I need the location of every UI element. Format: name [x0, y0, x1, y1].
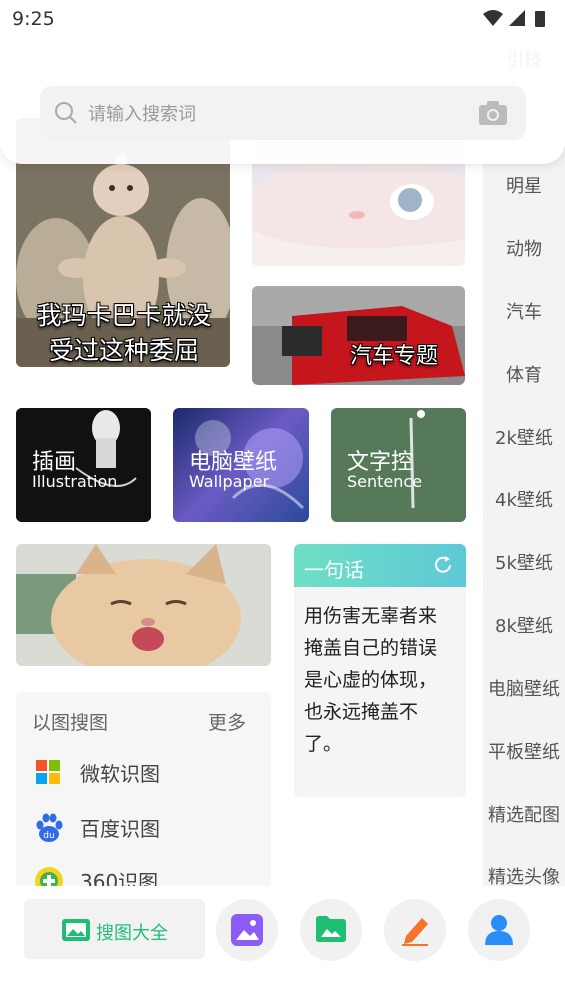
image-search-more-link[interactable]: 更多: [208, 708, 246, 735]
sidebar-item-animal[interactable]: 动物: [483, 235, 565, 261]
image-folder-icon: [316, 916, 346, 942]
sidebar-item-featured-images[interactable]: 精选配图: [483, 801, 565, 827]
nav-search-all-button[interactable]: 搜图大全: [24, 899, 205, 959]
image-search-item-label: 百度识图: [80, 817, 160, 841]
sidebar-item-tablet-wallpaper[interactable]: 平板壁纸: [483, 738, 565, 764]
sentence-subtitle: Sentence: [347, 472, 423, 491]
sidebar-item-star[interactable]: 明星: [483, 172, 565, 198]
search-placeholder: 请输入搜索词: [88, 104, 196, 125]
svg-text:du: du: [43, 831, 54, 841]
status-bar: 9:25: [0, 0, 565, 40]
bottom-nav: 搜图大全: [0, 886, 565, 1004]
nav-folder-button[interactable]: [300, 899, 362, 961]
quote-text: 用伤害无辜者来掩盖自己的错误是心虚的体现，也永远掩盖不了。: [304, 605, 438, 755]
nav-search-all-label: 搜图大全: [96, 923, 168, 944]
meme-caption-line1: 我玛卡巴卡就没: [36, 301, 212, 330]
sidebar-item-2k[interactable]: 2k壁纸: [483, 424, 565, 450]
sidebar-item-pc-wallpaper[interactable]: 电脑壁纸: [483, 675, 565, 701]
wallpaper-subtitle: Wallpaper: [189, 472, 270, 491]
car-topic-tile[interactable]: 汽车专题: [252, 286, 465, 385]
meme-caption-line2: 受过这种委屈: [48, 336, 199, 365]
image-search-panel: 以图搜图 更多 微软识图 du 百度识图 360识图: [16, 692, 271, 892]
signal-icon: [509, 10, 525, 26]
sidebar-item-8k[interactable]: 8k壁纸: [483, 612, 565, 638]
baidu-paw-icon: du: [36, 813, 63, 842]
illustration-subtitle: Illustration: [32, 472, 118, 491]
status-time: 9:25: [12, 8, 55, 30]
photo-icon: [231, 914, 263, 946]
image-search-item-label: 微软识图: [80, 762, 160, 786]
image-icon: [62, 919, 90, 941]
user-icon: [485, 915, 513, 945]
microsoft-logo-icon: [36, 760, 60, 784]
refresh-icon[interactable]: [432, 554, 454, 576]
cat-tile[interactable]: [16, 544, 271, 666]
sidebar-item-4k[interactable]: 4k壁纸: [483, 486, 565, 512]
pencil-icon: [402, 918, 428, 946]
camera-icon[interactable]: [478, 100, 508, 126]
nav-gallery-button[interactable]: [216, 899, 278, 961]
smiling-cat-image: [16, 544, 271, 666]
sentence-tile[interactable]: 文字控 Sentence: [331, 408, 466, 522]
sidebar-item-sport[interactable]: 体育: [483, 361, 565, 387]
image-search-title: 以图搜图: [32, 712, 109, 734]
car-topic-label: 汽车专题: [350, 344, 439, 369]
quote-card[interactable]: 一句话 用伤害无辜者来掩盖自己的错误是心虚的体现，也永远掩盖不了。: [294, 544, 466, 797]
quote-card-title: 一句话: [304, 558, 364, 582]
system-status-icons: [483, 10, 545, 27]
wallpaper-tile[interactable]: 电脑壁纸 Wallpaper: [173, 408, 309, 522]
battery-icon: [535, 11, 545, 27]
image-search-item-microsoft[interactable]: 微软识图: [32, 754, 262, 790]
illustration-tile[interactable]: 插画 Illustration: [16, 408, 151, 522]
image-search-item-baidu[interactable]: du 百度识图: [32, 809, 262, 845]
sidebar-item-5k[interactable]: 5k壁纸: [483, 549, 565, 575]
wifi-icon: [483, 10, 503, 26]
sidebar-item-car[interactable]: 汽车: [483, 298, 565, 324]
search-icon: [55, 102, 77, 124]
nav-edit-button[interactable]: [384, 899, 446, 961]
red-car-image: [252, 286, 465, 385]
nav-profile-button[interactable]: [468, 899, 530, 961]
